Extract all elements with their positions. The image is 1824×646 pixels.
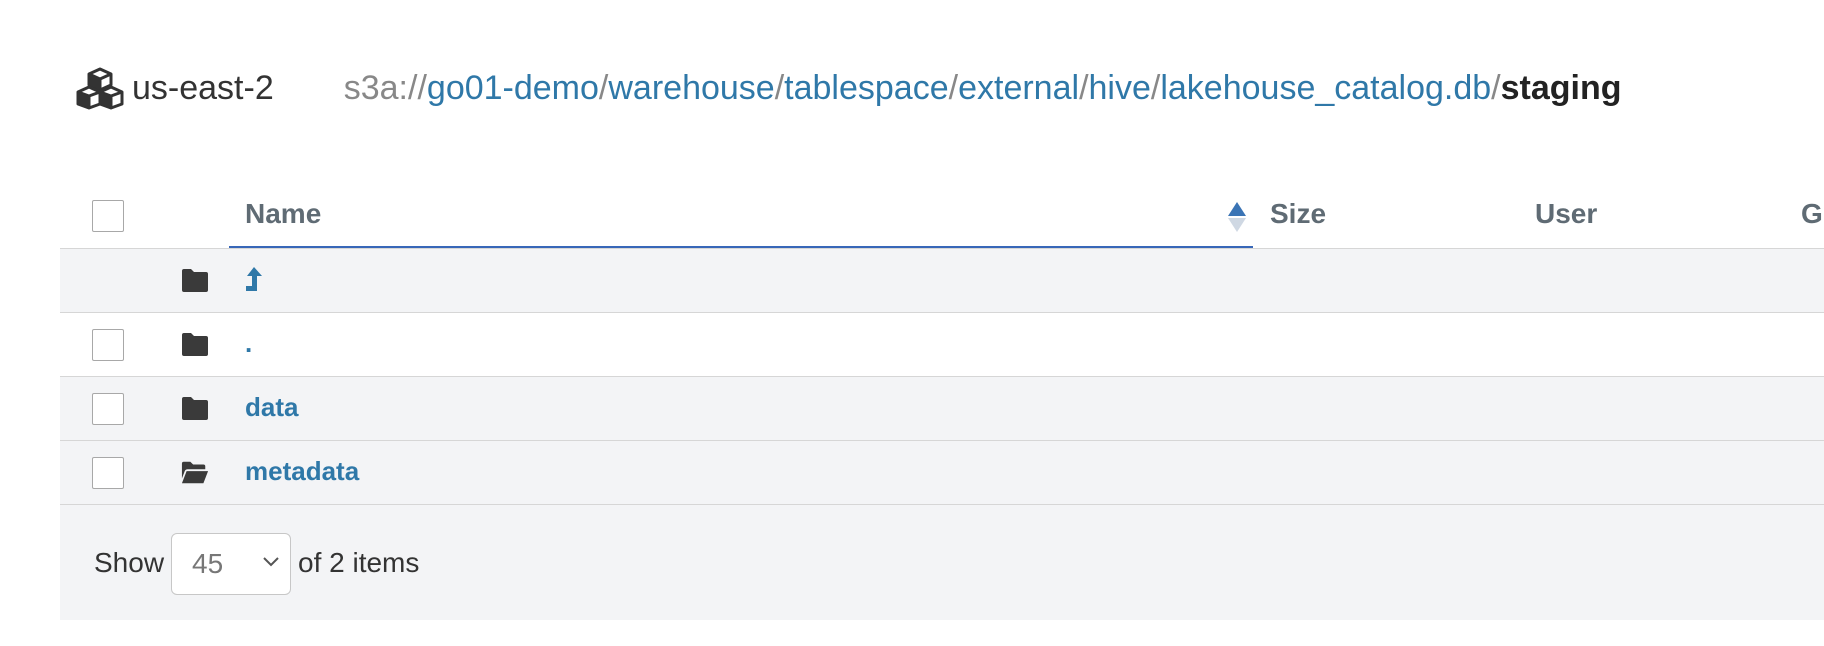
chevron-down-icon: [263, 557, 279, 567]
table-row[interactable]: .: [60, 312, 1824, 376]
breadcrumb-separator: /: [598, 68, 609, 107]
filesystem-name: us-east-2: [132, 68, 274, 107]
folder-icon: [182, 397, 208, 420]
breadcrumb-item[interactable]: lakehouse_catalog.db: [1160, 69, 1491, 108]
cubes-icon: [76, 67, 124, 110]
folder-icon: [182, 333, 208, 356]
file-name-link[interactable]: data: [245, 392, 298, 423]
table-row[interactable]: data: [60, 376, 1824, 440]
row-checkbox[interactable]: [92, 393, 124, 425]
breadcrumb-item[interactable]: tablespace: [784, 69, 948, 108]
breadcrumb-separator: /: [1079, 68, 1089, 107]
column-header-name-label: Name: [245, 198, 322, 229]
row-checkbox[interactable]: [92, 457, 124, 489]
breadcrumb-separator: /: [948, 68, 959, 107]
select-all-checkbox[interactable]: [92, 200, 124, 232]
item-count-label: of 2 items: [298, 547, 420, 578]
show-label: Show: [94, 547, 165, 578]
breadcrumb: s3a:// go01-demo / warehouse / tablespac…: [344, 69, 1622, 108]
file-browser-page: us-east-2 s3a:// go01-demo / warehouse /…: [0, 0, 1824, 646]
table-row-parent[interactable]: [60, 248, 1824, 312]
column-header-name[interactable]: Name: [229, 182, 1253, 248]
breadcrumb-item[interactable]: external: [958, 69, 1079, 108]
file-browser-header: us-east-2 s3a:// go01-demo / warehouse /…: [76, 58, 1622, 118]
breadcrumb-item[interactable]: hive: [1089, 69, 1151, 108]
file-table: Name Size User Gr .: [60, 182, 1824, 620]
column-header-user[interactable]: User: [1535, 198, 1597, 230]
file-name-link[interactable]: .: [245, 328, 252, 359]
page-size-value: 45: [192, 548, 224, 579]
breadcrumb-separator: /: [1491, 68, 1501, 107]
folder-icon: [182, 269, 208, 292]
sort-ascending-icon: [1228, 202, 1246, 232]
pagination-footer: Show 45 of 2 items: [60, 504, 1824, 620]
page-size-select[interactable]: 45: [171, 533, 291, 595]
level-up-icon[interactable]: [244, 266, 264, 292]
column-header-size[interactable]: Size: [1270, 198, 1326, 230]
column-header-group[interactable]: Gr: [1801, 198, 1824, 230]
breadcrumb-scheme: s3a://: [343, 68, 427, 107]
breadcrumb-separator: /: [1150, 68, 1161, 107]
table-row[interactable]: metadata: [60, 440, 1824, 504]
breadcrumb-item[interactable]: go01-demo: [427, 69, 599, 108]
table-header: Name Size User Gr: [60, 182, 1824, 248]
filesystem-selector[interactable]: us-east-2: [76, 66, 274, 110]
breadcrumb-item[interactable]: warehouse: [608, 69, 774, 108]
file-name-link[interactable]: metadata: [245, 456, 359, 487]
breadcrumb-current: staging: [1500, 68, 1622, 107]
breadcrumb-separator: /: [774, 68, 785, 107]
folder-open-icon: [181, 461, 209, 484]
row-checkbox[interactable]: [92, 329, 124, 361]
